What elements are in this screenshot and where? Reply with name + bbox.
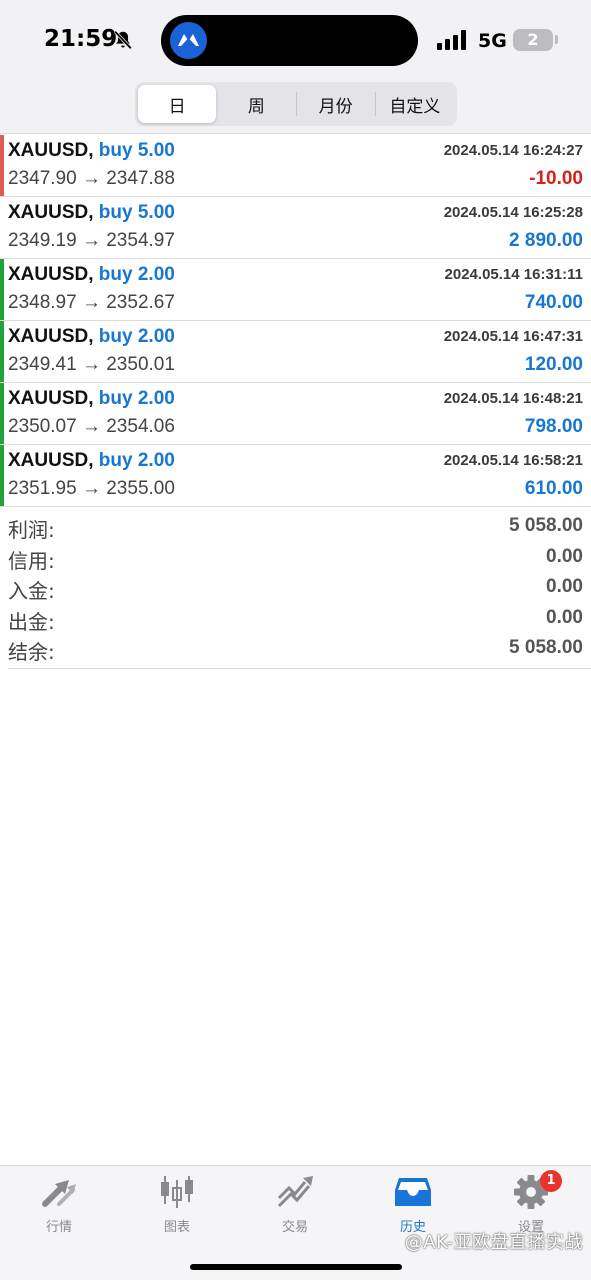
deal-status-bar (0, 259, 4, 320)
battery-tip (555, 35, 558, 44)
deal-time: 2024.05.14 16:58:21 (443, 452, 583, 469)
bottom-tab-bar: 行情 图表 交易 历史 1 设置 @AK-亚欧盘直播实战 (0, 1165, 591, 1280)
deal-time: 2024.05.14 16:24:27 (443, 142, 583, 159)
tab-trade[interactable]: 交易 (236, 1174, 354, 1236)
deal-profit: 798.00 (524, 416, 583, 437)
deal-side: buy 2.00 (98, 388, 175, 409)
deal-profit: 2 890.00 (509, 230, 583, 251)
summary-label: 信用: (8, 548, 55, 573)
deal-row[interactable]: XAUUSD, buy 5.00 2024.05.14 16:25:28 234… (0, 197, 591, 259)
deal-status-bar (0, 321, 4, 382)
deal-prices: 2350.07 → 2354.06 (8, 416, 175, 437)
deal-time: 2024.05.14 16:25:28 (443, 204, 583, 221)
tab-month[interactable]: 月份 (297, 85, 375, 123)
home-indicator (190, 1264, 402, 1270)
deal-symbol: XAUUSD, buy 2.00 (8, 450, 175, 471)
status-bar: 21:59 5G 2 (0, 0, 591, 80)
summary-row-profit: 利润: 5 058.00 (8, 512, 591, 543)
deal-prices: 2351.95 → 2355.00 (8, 478, 175, 499)
tab-quotes[interactable]: 行情 (0, 1174, 118, 1236)
tab-history[interactable]: 历史 (354, 1174, 472, 1236)
deal-side: buy 2.00 (98, 450, 175, 471)
tab-custom[interactable]: 自定义 (376, 85, 454, 123)
period-segmented-control: 日 周 月份 自定义 (135, 82, 457, 126)
network-label: 5G (478, 30, 507, 52)
account-summary: 利润: 5 058.00 信用: 0.00 入金: 0.00 出金: 0.00 … (8, 512, 591, 669)
deal-time: 2024.05.14 16:48:21 (443, 390, 583, 407)
app-logo-icon[interactable] (170, 22, 207, 59)
status-time: 21:59 (44, 26, 118, 52)
summary-value: 0.00 (546, 545, 583, 567)
summary-value: 5 058.00 (509, 515, 583, 536)
deal-row[interactable]: XAUUSD, buy 2.00 2024.05.14 16:58:21 235… (0, 445, 591, 507)
history-inbox-icon (395, 1178, 431, 1206)
tab-label: 图表 (163, 1220, 190, 1235)
summary-row-credit: 信用: 0.00 (8, 543, 591, 574)
deal-side: buy 2.00 (98, 326, 175, 347)
deal-symbol: XAUUSD, buy 5.00 (8, 202, 175, 223)
deal-side: buy 5.00 (98, 202, 175, 223)
deal-row[interactable]: XAUUSD, buy 5.00 2024.05.14 16:24:27 234… (0, 135, 591, 197)
quotes-arrows-icon (42, 1180, 76, 1207)
tab-label: 交易 (281, 1220, 308, 1235)
deal-symbol: XAUUSD, buy 2.00 (8, 326, 175, 347)
deal-row[interactable]: XAUUSD, buy 2.00 2024.05.14 16:48:21 235… (0, 383, 591, 445)
summary-label: 利润: (8, 518, 55, 542)
tab-label: 行情 (45, 1220, 72, 1235)
deal-row[interactable]: XAUUSD, buy 2.00 2024.05.14 16:47:31 234… (0, 321, 591, 383)
summary-row-deposit: 入金: 0.00 (8, 573, 591, 604)
deal-symbol: XAUUSD, buy 2.00 (8, 264, 175, 285)
deal-time: 2024.05.14 16:47:31 (443, 328, 583, 345)
deal-prices: 2347.90 → 2347.88 (8, 168, 175, 189)
deal-list: XAUUSD, buy 5.00 2024.05.14 16:24:27 234… (0, 135, 591, 507)
summary-label: 出金: (8, 609, 55, 634)
watermark-text: @AK-亚欧盘直播实战 (404, 1232, 583, 1253)
deal-status-bar (0, 445, 4, 506)
trade-trend-icon (277, 1176, 313, 1208)
deal-prices: 2348.97 → 2352.67 (8, 292, 175, 313)
tab-day[interactable]: 日 (138, 85, 217, 123)
deal-status-bar (0, 383, 4, 444)
deal-prices: 2349.41 → 2350.01 (8, 354, 175, 375)
signal-icon (437, 30, 466, 50)
tab-settings[interactable]: 1 设置 (472, 1170, 590, 1236)
deal-profit: 120.00 (524, 354, 583, 375)
summary-value: 0.00 (546, 606, 583, 628)
tab-chart[interactable]: 图表 (118, 1174, 236, 1236)
deal-symbol: XAUUSD, buy 5.00 (8, 140, 175, 161)
dynamic-island (161, 15, 418, 66)
deal-side: buy 5.00 (98, 140, 175, 161)
summary-label: 结余: (8, 640, 55, 664)
deal-profit: 740.00 (524, 292, 583, 313)
deal-profit: 610.00 (524, 478, 583, 499)
candlestick-chart-icon (161, 1176, 193, 1208)
deal-side: buy 2.00 (98, 264, 175, 285)
deal-symbol: XAUUSD, buy 2.00 (8, 388, 175, 409)
battery-indicator: 2 (513, 29, 553, 51)
deal-profit: -10.00 (529, 168, 583, 189)
notification-badge: 1 (540, 1170, 562, 1192)
summary-value: 5 058.00 (509, 637, 583, 658)
bell-slash-icon (114, 30, 132, 50)
summary-row-withdrawal: 出金: 0.00 (8, 604, 591, 635)
period-bar: 日 周 月份 自定义 (0, 80, 591, 134)
deal-status-bar (0, 135, 4, 196)
summary-label: 入金: (8, 579, 55, 603)
tab-week[interactable]: 周 (217, 85, 295, 123)
deal-prices: 2349.19 → 2354.97 (8, 230, 175, 251)
deal-status-bar (0, 197, 4, 258)
summary-value: 0.00 (546, 576, 583, 597)
deal-row[interactable]: XAUUSD, buy 2.00 2024.05.14 16:31:11 234… (0, 259, 591, 321)
deal-time: 2024.05.14 16:31:11 (444, 266, 583, 283)
summary-row-balance: 结余: 5 058.00 (8, 634, 591, 665)
